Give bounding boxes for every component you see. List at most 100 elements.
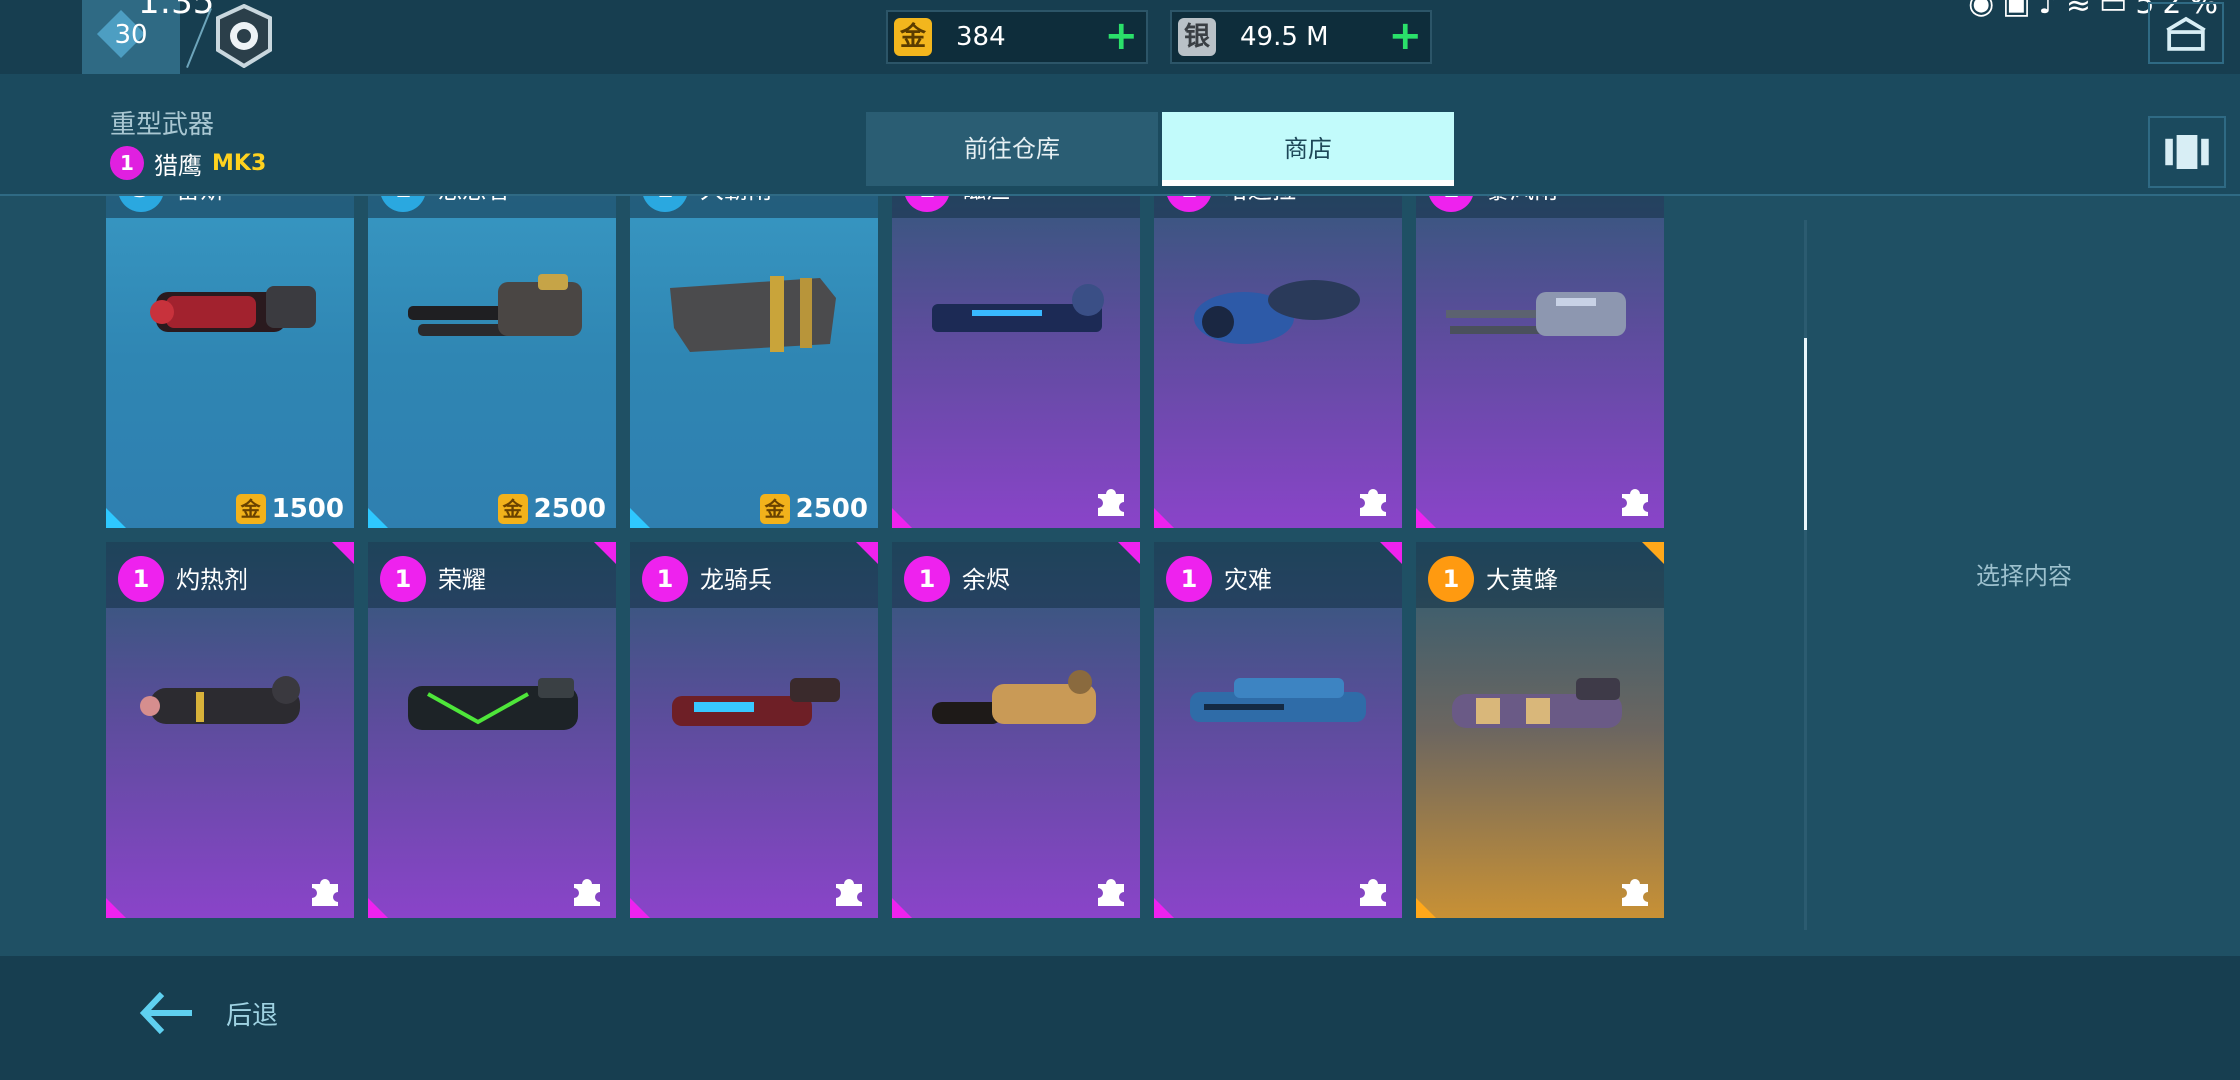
weapon-card[interactable]: 1 暴风雨 [1416, 196, 1664, 528]
rarity-corner-marker [1380, 542, 1402, 564]
card-weapon-name: 暴风雨 [1486, 196, 1558, 205]
silver-amount: 49.5 M [1240, 22, 1329, 52]
corner-marker [1416, 508, 1436, 528]
weapon-card[interactable]: 1 龙骑兵 [630, 542, 878, 918]
card-weapon-name: 磁渔 [962, 196, 1010, 205]
puzzle-piece-icon [312, 879, 338, 906]
weapon-image [670, 276, 836, 352]
card-weapon-name: 大黄蜂 [1486, 566, 1558, 594]
silver-currency: 银 49.5 M + [1170, 10, 1432, 64]
gold-icon: 金 [759, 494, 790, 524]
card-weapon-name: 余烬 [962, 566, 1010, 594]
corner-marker [630, 508, 650, 528]
puzzle-piece-icon [1360, 879, 1386, 906]
rank-badge-icon[interactable] [212, 4, 276, 68]
tier-badge: 1 [904, 556, 950, 602]
puzzle-piece-icon [1360, 489, 1386, 516]
rarity-corner-marker [856, 542, 878, 564]
puzzle-piece-icon [1098, 879, 1124, 906]
weapon-category-title: 重型武器 [110, 110, 215, 140]
card-weapon-name: 灾难 [1224, 566, 1272, 594]
weapon-card[interactable]: 1 怒怒者 金 2500 [368, 196, 616, 528]
weapon-card[interactable]: 1 大霸雨 金 2500 [630, 196, 878, 528]
puzzle-piece-icon [1622, 489, 1648, 516]
card-weapon-name: 哈迦拉 [1224, 196, 1296, 205]
weapon-card[interactable]: 1 灾难 [1154, 542, 1402, 918]
weapon-grid: 3 雷斯 金 1500 1 怒怒者 金 2500 1 [106, 196, 1668, 918]
weapon-card[interactable]: 1 磁渔 [892, 196, 1140, 528]
scrollbar-thumb[interactable] [1804, 338, 1807, 530]
card-weapon-name: 雷斯 [176, 196, 224, 205]
weapon-image [672, 678, 840, 726]
card-weapon-name: 怒怒者 [438, 196, 510, 205]
rarity-corner-marker [594, 542, 616, 564]
puzzle-piece-icon [574, 879, 600, 906]
corner-marker [1154, 898, 1174, 918]
weapon-card[interactable]: 1 灼热剂 [106, 542, 354, 918]
price-value: 1500 [271, 494, 344, 524]
current-weapon: 1 猎鹰 MK3 [110, 146, 266, 180]
back-button[interactable]: 后退 [136, 978, 278, 1048]
add-gold-button[interactable]: + [1104, 16, 1138, 56]
weapon-image [1194, 280, 1360, 344]
tier-badge: 1 [1428, 556, 1474, 602]
add-silver-button[interactable]: + [1388, 16, 1422, 56]
corner-marker [1416, 898, 1436, 918]
tier-badge: 1 [380, 556, 426, 602]
details-placeholder: 选择内容 [1976, 562, 2072, 590]
corner-marker [106, 508, 126, 528]
weapon-card[interactable]: 1 荣耀 [368, 542, 616, 918]
corner-marker [106, 898, 126, 918]
scrollbar-track[interactable] [1804, 220, 1807, 930]
weapon-tier-badge: 1 [110, 146, 144, 180]
back-label: 后退 [226, 1000, 279, 1031]
home-button[interactable] [2148, 2, 2224, 64]
price-tag: 金 2500 [759, 494, 868, 524]
corner-marker [630, 898, 650, 918]
weapon-image [932, 670, 1096, 724]
gold-icon: 金 [894, 18, 932, 56]
weapon-image [1190, 678, 1366, 722]
card-weapon-name: 灼热剂 [176, 566, 248, 594]
weapon-card[interactable]: 3 雷斯 金 1500 [106, 196, 354, 528]
player-level: 30 [114, 20, 148, 50]
garage-button[interactable] [2148, 116, 2226, 188]
home-icon [2166, 16, 2206, 51]
battery-icon: ▭ [2098, 0, 2136, 21]
price-tag: 金 2500 [497, 494, 606, 524]
rarity-corner-marker [1118, 542, 1140, 564]
price-value: 2500 [533, 494, 606, 524]
corner-marker [892, 898, 912, 918]
weapon-card[interactable]: 1 余烬 [892, 542, 1140, 918]
gold-icon: 金 [235, 494, 266, 524]
corner-marker [1154, 508, 1174, 528]
puzzle-piece-icon [1098, 489, 1124, 516]
gold-amount: 384 [956, 22, 1006, 52]
tab-store[interactable]: 商店 [1162, 112, 1454, 186]
rarity-corner-marker [332, 542, 354, 564]
corner-marker [368, 508, 388, 528]
corner-marker [368, 898, 388, 918]
weapon-image [932, 284, 1104, 332]
tab-warehouse[interactable]: 前往仓库 [866, 112, 1158, 186]
status-time: 1:35 [138, 0, 215, 22]
weapon-name: 猎鹰 [154, 151, 202, 180]
weapon-card[interactable]: 1 大黄蜂 [1416, 542, 1664, 918]
card-weapon-name: 大霸雨 [700, 196, 772, 205]
puzzle-piece-icon [836, 879, 862, 906]
gold-currency: 金 384 + [886, 10, 1148, 64]
nfc-icon: ▣ [2002, 0, 2039, 21]
rarity-corner-marker [1642, 542, 1664, 564]
card-weapon-name: 荣耀 [438, 566, 486, 594]
wifi-icon: ≋ [2065, 0, 2099, 21]
puzzle-piece-icon [1622, 879, 1648, 906]
weapon-image [150, 286, 316, 332]
tier-badge: 1 [1166, 556, 1212, 602]
weapon-card[interactable]: 1 哈迦拉 [1154, 196, 1402, 528]
mute-icon: ♪ [2038, 0, 2066, 21]
silver-icon: 银 [1178, 18, 1216, 56]
price-value: 2500 [795, 494, 868, 524]
gold-icon: 金 [497, 494, 528, 524]
weapon-image [1452, 678, 1622, 728]
tier-badge: 1 [642, 556, 688, 602]
